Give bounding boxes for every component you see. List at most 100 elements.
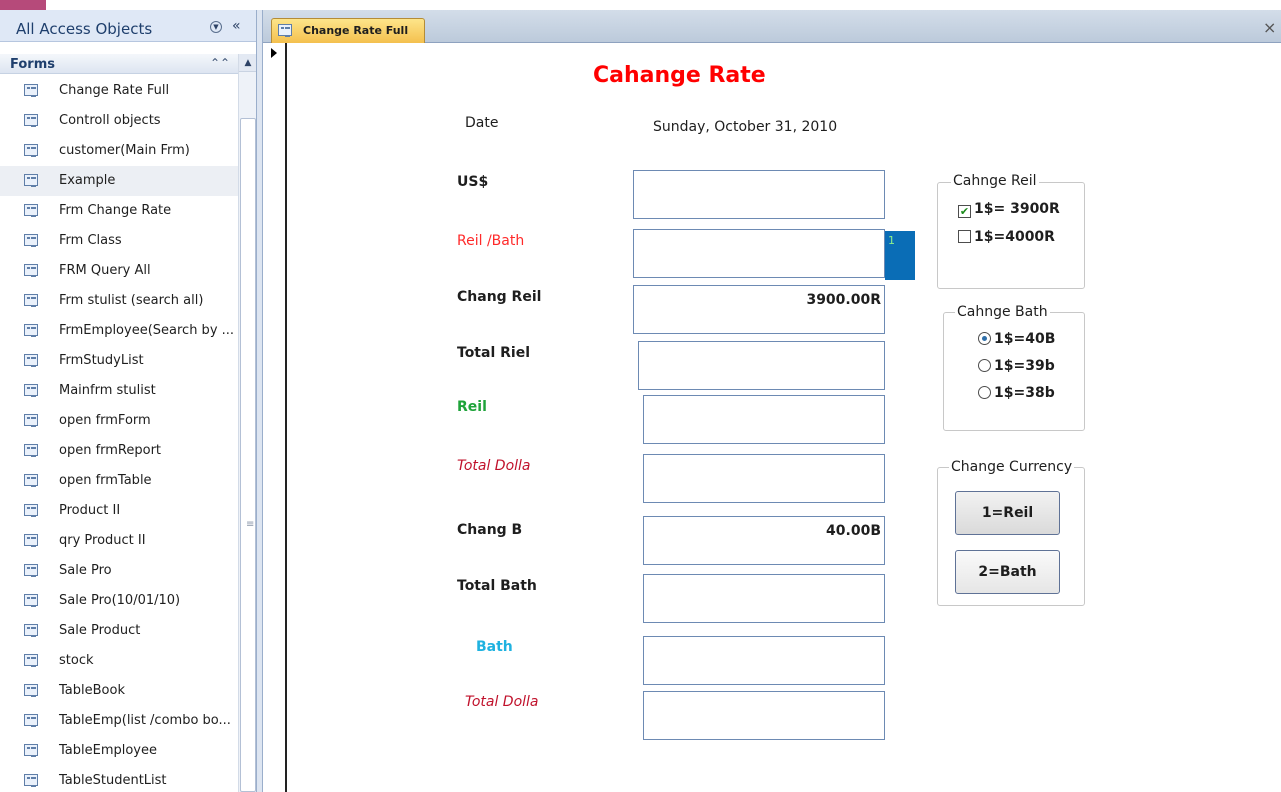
nav-header[interactable]: All Access Objects ▼ « [0, 10, 256, 42]
nav-item[interactable]: Sale Pro [0, 556, 238, 586]
nav-item-label: Frm stulist (search all) [59, 293, 204, 308]
form-icon [24, 84, 38, 97]
form-icon [24, 714, 38, 727]
nav-item[interactable]: FRM Query All [0, 256, 238, 286]
checkbox-option[interactable]: 1$=4000R [958, 229, 1055, 245]
form-icon [24, 234, 38, 247]
nav-item[interactable]: TableEmployee [0, 736, 238, 766]
form-detail: Cahange Rate Date Sunday, October 31, 20… [289, 43, 1281, 792]
nav-item-label: FRM Query All [59, 263, 151, 278]
total-bath-field[interactable] [643, 574, 885, 623]
bath-field[interactable] [643, 636, 885, 685]
nav-item[interactable]: qry Product II [0, 526, 238, 556]
frame-caption: Cahnge Bath [955, 304, 1050, 320]
form-icon [24, 204, 38, 217]
record-selector[interactable] [263, 43, 287, 792]
nav-group-header[interactable]: Forms ⌃⌃ [0, 54, 256, 74]
nav-item-label: TableEmp(list /combo bo... [59, 713, 231, 728]
double-chevron-left-icon[interactable]: « [232, 18, 241, 34]
nav-item[interactable]: Frm Change Rate [0, 196, 238, 226]
nav-item[interactable]: open frmReport [0, 436, 238, 466]
nav-item[interactable]: Frm stulist (search all) [0, 286, 238, 316]
radio-label: 1$=40B [994, 331, 1056, 347]
nav-title[interactable]: All Access Objects [16, 20, 152, 38]
nav-item[interactable]: TableStudentList [0, 766, 238, 792]
radio-option[interactable]: 1$=38b [978, 385, 1055, 401]
nav-item-label: TableStudentList [59, 773, 167, 788]
chevron-down-circle-icon[interactable]: ▼ [210, 21, 222, 33]
nav-item-label: Change Rate Full [59, 83, 170, 98]
tab-label: Change Rate Full [303, 24, 409, 37]
nav-item-label: Mainfrm stulist [59, 383, 156, 398]
form-icon [24, 654, 38, 667]
nav-item-selected[interactable]: Example [0, 166, 238, 196]
scroll-up-arrow-icon[interactable]: ▲ [239, 54, 256, 72]
nav-item[interactable]: FrmEmployee(Search by ... [0, 316, 238, 346]
scroll-thumb[interactable]: ≡ [240, 118, 256, 792]
reil-field[interactable] [643, 395, 885, 444]
nav-scrollbar[interactable]: ▲ ≡ [238, 54, 256, 792]
nav-item[interactable]: open frmForm [0, 406, 238, 436]
double-chevron-up-icon[interactable]: ⌃⌃ [210, 56, 230, 70]
checkbox-checked-icon[interactable]: ✔ [958, 205, 971, 218]
radio-icon[interactable] [978, 386, 991, 399]
checkbox-option[interactable]: ✔ 1$= 3900R [958, 201, 1060, 218]
nav-item-label: Example [59, 173, 116, 188]
nav-item-label: FrmStudyList [59, 353, 144, 368]
nav-item[interactable]: open frmTable [0, 466, 238, 496]
form-icon [24, 114, 38, 127]
nav-item[interactable]: customer(Main Frm) [0, 136, 238, 166]
nav-item-label: stock [59, 653, 94, 668]
nav-item[interactable]: stock [0, 646, 238, 676]
nav-item[interactable]: Change Rate Full [0, 76, 238, 106]
checkbox-label: 1$= 3900R [974, 201, 1060, 217]
nav-item[interactable]: Product II [0, 496, 238, 526]
tab-change-rate-full[interactable]: Change Rate Full [271, 18, 425, 43]
total-riel-field[interactable] [638, 341, 885, 390]
radio-option[interactable]: 1$=40B [978, 331, 1055, 347]
nav-item-label: open frmReport [59, 443, 162, 458]
checkbox-icon[interactable] [958, 230, 971, 243]
checkbox-label: 1$=4000R [974, 229, 1055, 245]
nav-item[interactable]: Frm Class [0, 226, 238, 256]
reil-bath-field[interactable] [633, 229, 885, 278]
highlight-cell-text: 1 [888, 234, 895, 247]
form-icon [24, 624, 38, 637]
total-dolla-label: Total Dolla [465, 694, 539, 710]
form-icon [24, 264, 38, 277]
nav-item-label: Frm Change Rate [59, 203, 172, 218]
chang-reil-field[interactable]: 3900.00R [633, 285, 885, 334]
total-dolla-field[interactable] [643, 454, 885, 503]
usd-field[interactable] [633, 170, 885, 219]
frame-caption: Cahnge Reil [951, 173, 1039, 189]
total-dolla-field-2[interactable] [643, 691, 885, 740]
nav-item[interactable]: FrmStudyList [0, 346, 238, 376]
reil-button[interactable]: 1=Reil [955, 491, 1060, 535]
record-arrow-icon [271, 48, 277, 58]
form-title: Cahange Rate [593, 63, 766, 88]
nav-item-label: Controll objects [59, 113, 161, 128]
highlight-cell: 1 [885, 231, 915, 280]
nav-item[interactable]: Mainfrm stulist [0, 376, 238, 406]
nav-item[interactable]: Controll objects [0, 106, 238, 136]
nav-item-label: Sale Product [59, 623, 141, 638]
radio-option[interactable]: 1$=39b [978, 358, 1055, 374]
radio-selected-icon[interactable] [978, 332, 991, 345]
date-label: Date [465, 115, 499, 131]
form-icon [24, 744, 38, 757]
date-value: Sunday, October 31, 2010 [653, 119, 838, 135]
bath-button[interactable]: 2=Bath [955, 550, 1060, 594]
total-riel-label: Total Riel [457, 345, 530, 361]
nav-object-list: Change Rate Full Controll objects custom… [0, 76, 238, 792]
nav-item[interactable]: TableBook [0, 676, 238, 706]
close-icon[interactable]: × [1263, 18, 1276, 37]
grip-icon: ≡ [246, 519, 255, 530]
document-tab-bar: Change Rate Full × [263, 10, 1281, 43]
nav-item-label: FrmEmployee(Search by ... [59, 323, 235, 338]
nav-item[interactable]: Sale Product [0, 616, 238, 646]
chang-b-field[interactable]: 40.00B [643, 516, 885, 565]
radio-icon[interactable] [978, 359, 991, 372]
nav-item[interactable]: Sale Pro(10/01/10) [0, 586, 238, 616]
nav-item-label: open frmForm [59, 413, 151, 428]
nav-item[interactable]: TableEmp(list /combo bo... [0, 706, 238, 736]
